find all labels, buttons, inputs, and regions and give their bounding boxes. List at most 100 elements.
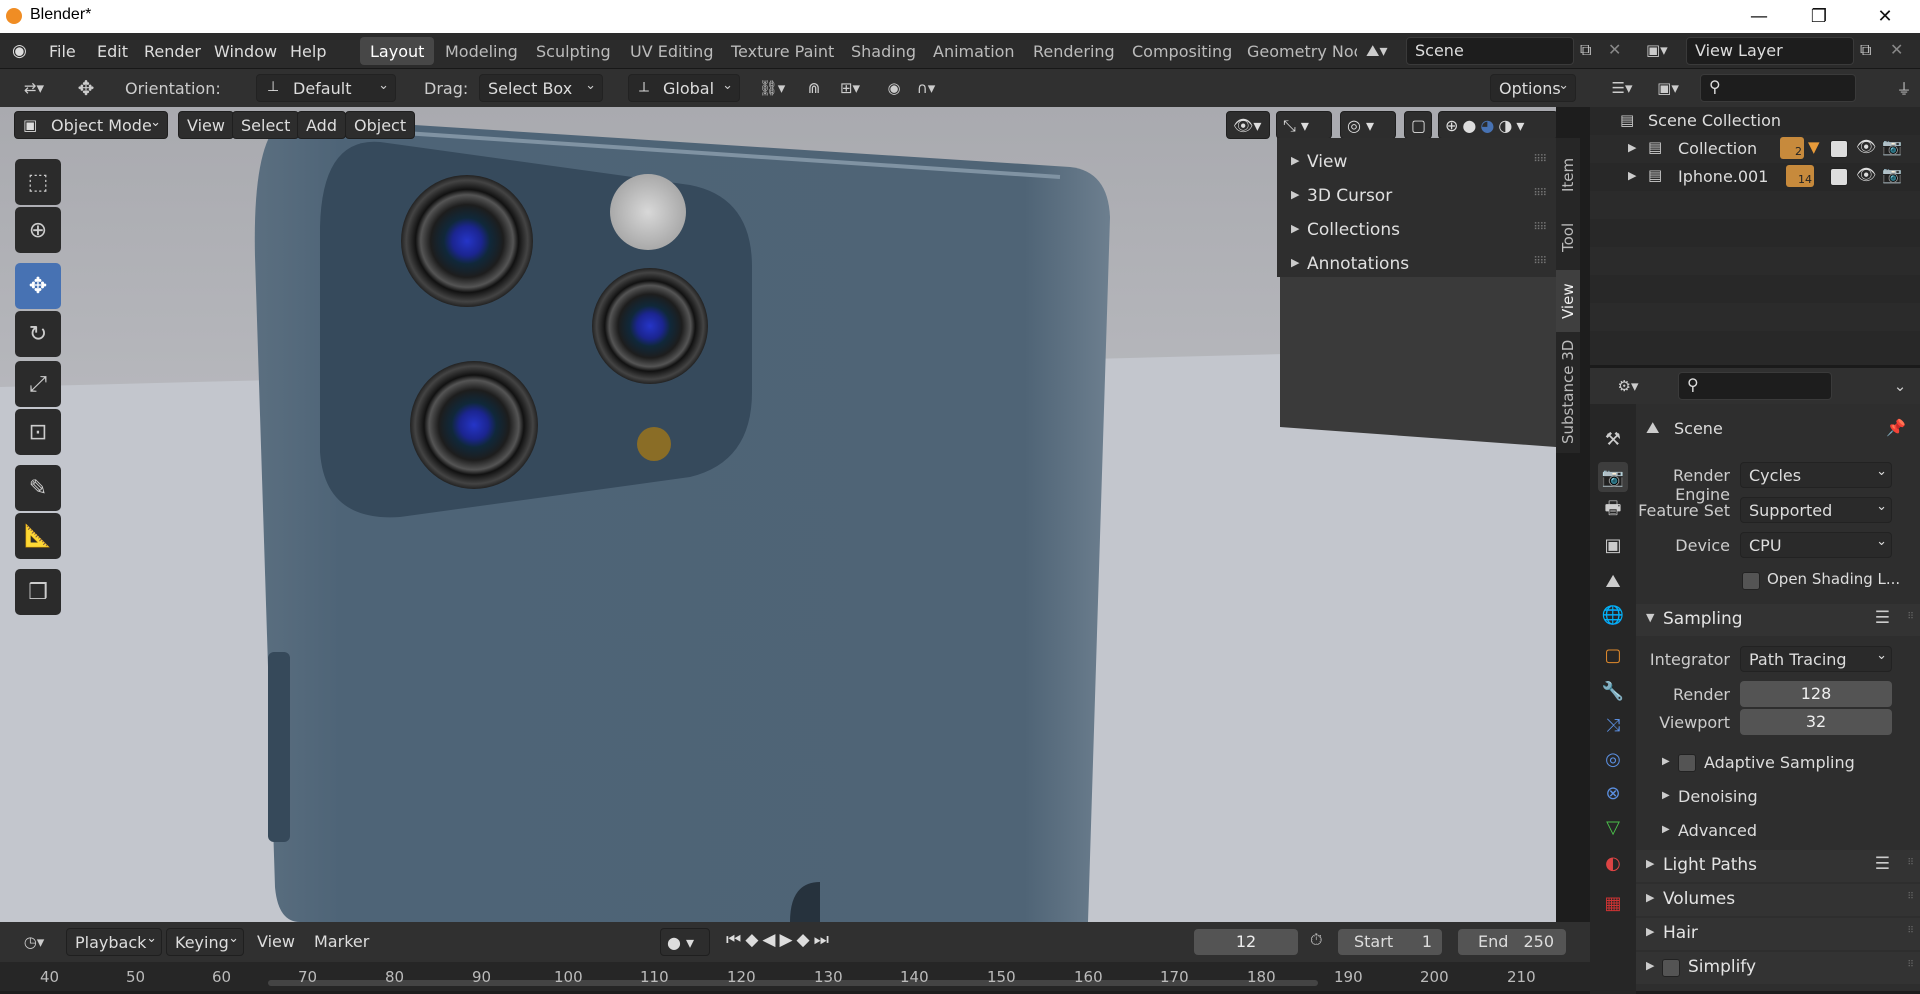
rotate-tool-icon[interactable]: ↻	[15, 311, 61, 357]
drag-grip-icon[interactable]: ⠿	[1907, 960, 1914, 970]
exclude-checkbox[interactable]	[1830, 140, 1848, 158]
subsection-denoising[interactable]: ▶ Denoising	[1636, 782, 1920, 814]
open-shading-checkbox[interactable]	[1742, 572, 1760, 590]
play-reverse-icon[interactable]: ◀	[762, 930, 779, 950]
tab-texture-paint[interactable]: Texture Paint	[721, 37, 844, 65]
view-layer-browse-icon[interactable]: ▣▾	[1646, 41, 1668, 59]
drag-grip-icon[interactable]: ⠿⠿	[1533, 154, 1547, 165]
scene-tab-icon[interactable]: ⛰	[1598, 566, 1628, 596]
gizmo-icon[interactable]: ⤡ ▾	[1276, 111, 1332, 139]
viewport-menu-select[interactable]: Select	[232, 111, 300, 139]
transform-tool-icon[interactable]: ⊡	[15, 409, 61, 455]
chevron-down-icon[interactable]: ⌄	[1886, 372, 1914, 400]
expand-triangle-icon[interactable]: ▶	[1628, 169, 1636, 182]
tab-uv-editing[interactable]: UV Editing	[620, 37, 723, 65]
npanel-item-view[interactable]: ▶ View ⠿⠿	[1277, 146, 1556, 180]
camera-icon[interactable]: 📷	[1882, 165, 1902, 184]
tab-layout[interactable]: Layout	[360, 37, 435, 65]
feature-set-dropdown[interactable]: Supported ⌄	[1740, 497, 1892, 523]
restore-button[interactable]: ❐	[1790, 0, 1848, 33]
cursor-tool-icon[interactable]: ⊕	[15, 207, 61, 253]
drag-grip-icon[interactable]: ⠿	[1907, 926, 1914, 936]
tab-tool[interactable]: Tool	[1556, 208, 1580, 266]
viewport-menu-object[interactable]: Object	[345, 111, 416, 139]
stopwatch-icon[interactable]: ⏱	[1310, 930, 1322, 950]
drag-dropdown[interactable]: Select Box ⌄	[479, 74, 603, 102]
drag-grip-icon[interactable]: ⠿	[1907, 892, 1914, 902]
rendered-shading-icon[interactable]: ◑	[1498, 116, 1516, 135]
editor-type-icon[interactable]: ☰▾	[1602, 74, 1642, 102]
tab-item[interactable]: Item	[1556, 146, 1580, 204]
adaptive-sampling-checkbox[interactable]	[1678, 754, 1696, 772]
viewport-samples-field[interactable]: 32	[1740, 709, 1892, 735]
blender-menu-icon[interactable]: ◉	[12, 41, 34, 61]
drag-grip-icon[interactable]: ⠿	[1907, 612, 1914, 622]
transform-icon[interactable]: ⇄▾	[12, 74, 56, 102]
scale-tool-icon[interactable]: ⤢	[15, 361, 61, 407]
solid-shading-icon[interactable]: ●	[1462, 116, 1480, 135]
constraints-tab-icon[interactable]: ⊗	[1598, 778, 1628, 808]
device-dropdown[interactable]: CPU ⌄	[1740, 532, 1892, 558]
timeline-menu-marker[interactable]: Marker	[314, 932, 369, 951]
drag-grip-icon[interactable]: ⠿	[1907, 858, 1914, 868]
menu-help[interactable]: Help	[290, 42, 326, 61]
delete-scene-icon[interactable]: ✕	[1608, 40, 1621, 59]
xray-icon[interactable]: ▢	[1404, 111, 1432, 139]
npanel-item-3d-cursor[interactable]: ▶ 3D Cursor ⠿⠿	[1277, 180, 1556, 214]
pivot-icon[interactable]: ⛓▾	[750, 74, 794, 102]
material-tab-icon[interactable]: ◐	[1598, 848, 1628, 878]
object-tab-icon[interactable]: ▢	[1598, 640, 1628, 670]
view-layer-field[interactable]: View Layer	[1686, 37, 1854, 65]
menu-edit[interactable]: Edit	[97, 42, 128, 61]
tab-rendering[interactable]: Rendering	[1023, 37, 1125, 65]
auto-keying-icon[interactable]: ● ▾	[660, 928, 710, 956]
tab-view[interactable]: View	[1556, 270, 1580, 332]
select-box-tool-icon[interactable]: ⬚	[15, 159, 61, 205]
subsection-adaptive-sampling[interactable]: ▶ Adaptive Sampling	[1636, 748, 1920, 780]
simplify-checkbox[interactable]	[1662, 959, 1680, 977]
tab-modeling[interactable]: Modeling	[435, 37, 528, 65]
integrator-dropdown[interactable]: Path Tracing ⌄	[1740, 646, 1892, 672]
npanel-item-annotations[interactable]: ▶ Annotations ⠿⠿	[1277, 248, 1556, 282]
transform-orientation-dropdown[interactable]: ⟂ Global ⌄	[628, 74, 740, 102]
section-volumes[interactable]: ▶ Volumes ⠿	[1636, 884, 1920, 916]
proportional-edit-icon[interactable]: ◉	[880, 74, 908, 102]
eye-icon[interactable]: 👁	[1856, 165, 1876, 184]
outliner-search-input[interactable]: ⚲	[1700, 74, 1856, 102]
modifier-tab-icon[interactable]: 🔧	[1598, 676, 1628, 706]
exclude-checkbox[interactable]	[1830, 168, 1848, 186]
world-tab-icon[interactable]: 🌐	[1598, 600, 1628, 630]
render-engine-dropdown[interactable]: Cycles ⌄	[1740, 462, 1892, 488]
output-tab-icon[interactable]: 🖶	[1598, 496, 1628, 526]
tool-tab-icon[interactable]: ⚒	[1598, 424, 1628, 454]
outliner-row-scene-collection[interactable]: ▤ Scene Collection	[1590, 107, 1920, 135]
menu-render[interactable]: Render	[144, 42, 201, 61]
playback-menu[interactable]: Playback ⌄	[66, 928, 162, 956]
editor-type-icon[interactable]: ◷▾	[12, 928, 56, 956]
move-tool-icon[interactable]: ✥	[15, 263, 61, 309]
pin-icon[interactable]: 📌	[1886, 418, 1906, 437]
end-frame-field[interactable]: End 250	[1458, 929, 1566, 955]
falloff-icon[interactable]: ∩▾	[908, 74, 944, 102]
snap-magnet-icon[interactable]: ⋒	[800, 74, 828, 102]
editor-type-icon[interactable]: ⚙▾	[1606, 372, 1650, 400]
orientation-dropdown[interactable]: ⊥ Default ⌄	[256, 74, 396, 102]
options-dropdown[interactable]: Options ⌄	[1490, 74, 1576, 102]
section-hair[interactable]: ▶ Hair ⠿	[1636, 918, 1920, 950]
outliner-row-iphone[interactable]: ▶ ▤ Iphone.001 14 👁 📷	[1590, 163, 1920, 191]
drag-grip-icon[interactable]: ⠿⠿	[1533, 222, 1547, 233]
npanel-item-collections[interactable]: ▶ Collections ⠿⠿	[1277, 214, 1556, 248]
properties-search-input[interactable]: ⚲	[1678, 372, 1832, 400]
measure-tool-icon[interactable]: 📐	[15, 513, 61, 559]
camera-icon[interactable]: 📷	[1882, 137, 1902, 156]
start-frame-field[interactable]: Start 1	[1338, 929, 1442, 955]
shading-mode-group[interactable]: ⊕●◕◑▾	[1438, 111, 1556, 139]
play-icon[interactable]: ▶	[779, 930, 796, 950]
keying-menu[interactable]: Keying ⌄	[166, 928, 244, 956]
visibility-icon[interactable]: 👁▾	[1226, 111, 1270, 139]
subsection-advanced[interactable]: ▶ Advanced	[1636, 816, 1920, 848]
drag-grip-icon[interactable]: ⠿⠿	[1533, 188, 1547, 199]
outliner-row-collection[interactable]: ▶ ▤ Collection 2 ▼ 👁 📷	[1590, 135, 1920, 163]
annotate-tool-icon[interactable]: ✎	[15, 465, 61, 511]
new-view-layer-icon[interactable]: ⧉	[1860, 40, 1871, 60]
